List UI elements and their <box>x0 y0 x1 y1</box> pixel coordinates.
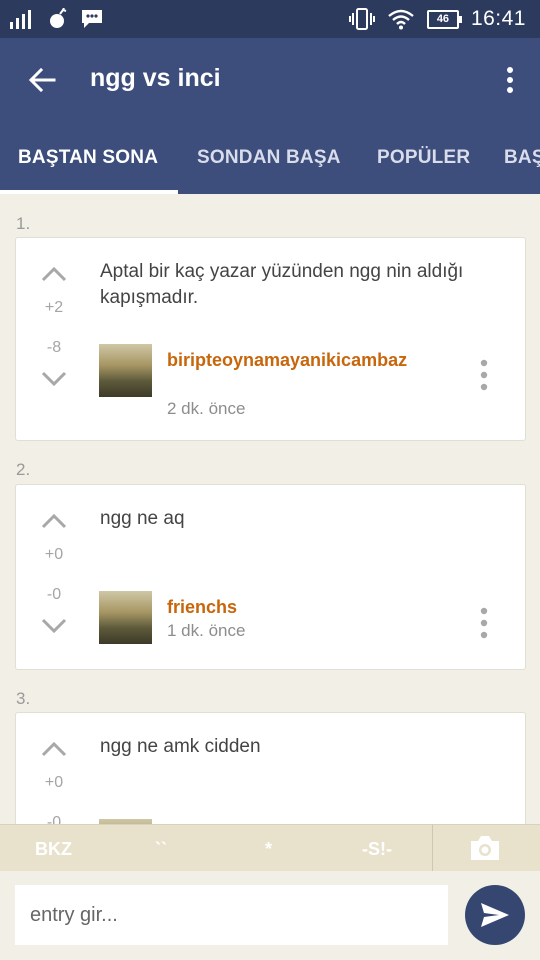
status-bar: 46 16:41 <box>0 0 540 38</box>
overflow-menu-button[interactable] <box>498 60 522 100</box>
downvote-icon[interactable] <box>40 369 68 389</box>
avatar[interactable] <box>99 591 152 644</box>
format-toolbar: BKZ `` * -S!- <box>0 824 540 872</box>
arrow-left-icon <box>28 68 56 92</box>
composer <box>0 871 540 960</box>
spoiler-button[interactable]: -S!- <box>362 839 392 860</box>
upvote-icon[interactable] <box>40 511 68 531</box>
entry-number: 3. <box>16 689 31 708</box>
downvote-count: -8 <box>46 339 62 356</box>
upvote-icon[interactable] <box>40 264 68 284</box>
more-vert-icon <box>507 67 513 93</box>
upvote-count: +0 <box>44 546 64 563</box>
tab-sondan-basa[interactable]: SONDAN BAŞA <box>197 147 341 169</box>
entry-list[interactable]: 1. +2 -8 Aptal bir kaç yazar yüzünden ng… <box>0 194 540 824</box>
entry-more-icon[interactable] <box>477 358 491 392</box>
battery-icon: 46 <box>426 9 462 29</box>
avatar[interactable] <box>99 344 152 397</box>
downvote-count: -0 <box>46 814 62 824</box>
downvote-count: -0 <box>46 586 62 603</box>
upvote-count: +0 <box>44 774 64 791</box>
vibrate-icon <box>348 8 375 30</box>
entry-card: +0 -0 ngg ne amk cidden <box>15 712 526 824</box>
backtick-button[interactable]: `` <box>155 839 167 860</box>
upvote-count: +2 <box>44 299 64 316</box>
entry-time: 1 dk. önce <box>167 621 246 640</box>
entry-text: ngg ne aq <box>100 508 185 529</box>
author-name[interactable]: biripteoynamayanikicambaz <box>167 348 417 372</box>
tab-bas[interactable]: BAŞ <box>504 147 540 169</box>
entry-number: 2. <box>16 460 31 479</box>
entry-card: +0 -0 ngg ne aq frienchs 1 dk. önce <box>15 484 526 670</box>
tab-bar: BAŞTAN SONA SONDAN BAŞA POPÜLER BAŞ <box>0 122 540 194</box>
camera-icon[interactable] <box>468 833 502 863</box>
send-icon <box>481 903 509 927</box>
tab-populer[interactable]: POPÜLER <box>377 147 470 169</box>
entry-text: ngg ne amk cidden <box>100 736 261 757</box>
upvote-icon[interactable] <box>40 739 68 759</box>
entry-text: Aptal bir kaç yazar yüzünden ngg nin ald… <box>100 261 464 308</box>
app-bar: ngg vs inci <box>0 38 540 122</box>
bkz-button[interactable]: BKZ <box>35 839 72 860</box>
downvote-icon[interactable] <box>40 616 68 636</box>
signal-icon <box>10 10 31 29</box>
page-title: ngg vs inci <box>90 64 221 92</box>
star-button[interactable]: * <box>265 839 272 860</box>
entry-card: +2 -8 Aptal bir kaç yazar yüzünden ngg n… <box>15 237 526 441</box>
toolbar-divider <box>432 825 433 872</box>
back-button[interactable] <box>22 60 62 100</box>
entry-more-icon[interactable] <box>477 606 491 640</box>
wifi-icon <box>388 9 414 30</box>
author-name[interactable]: frienchs <box>167 595 417 619</box>
entry-number: 1. <box>16 214 31 233</box>
tab-bastan-sona[interactable]: BAŞTAN SONA <box>18 147 158 169</box>
chat-icon <box>82 10 102 28</box>
status-time: 16:41 <box>470 7 526 30</box>
entry-input[interactable] <box>15 885 448 945</box>
entry-time: 2 dk. önce <box>167 399 246 418</box>
send-button[interactable] <box>465 885 525 945</box>
bomb-icon <box>50 8 67 28</box>
